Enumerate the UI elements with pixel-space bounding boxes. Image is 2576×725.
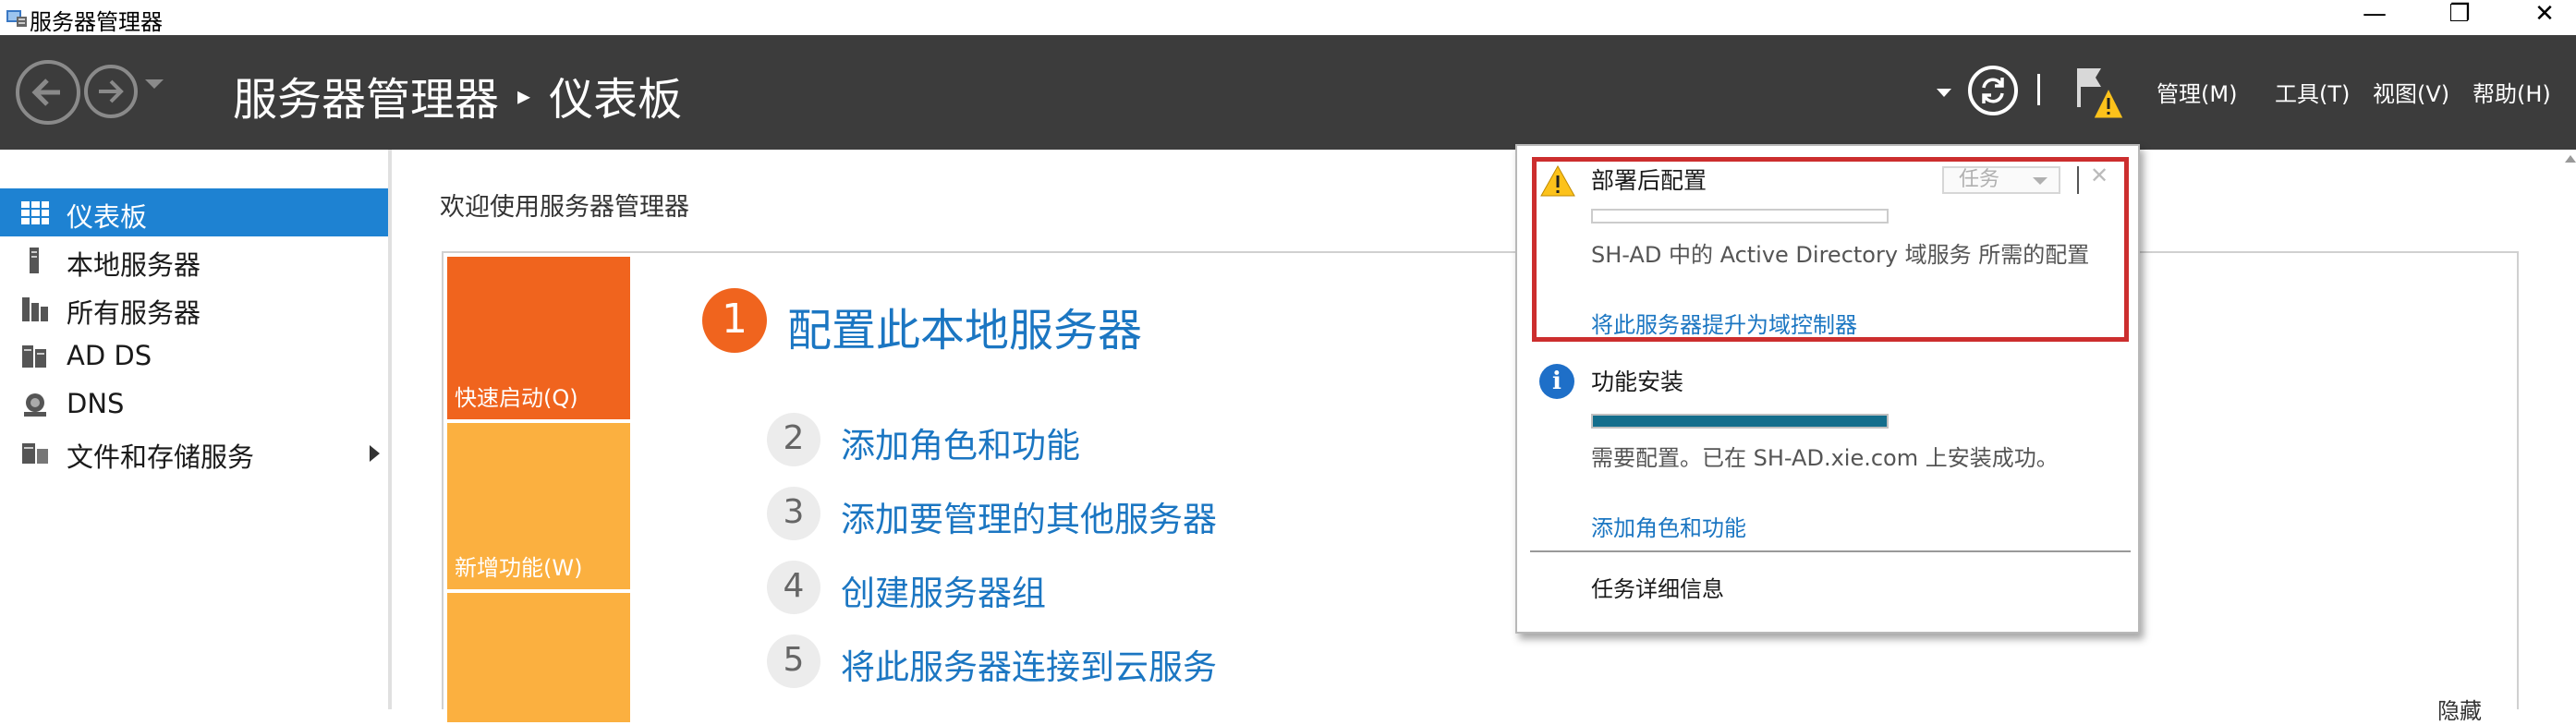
- breadcrumb: 服务器管理器 ▸ 仪表板: [233, 63, 682, 127]
- restore-button[interactable]: ❐: [2432, 0, 2487, 31]
- post-deployment-progress-bar: [1591, 209, 1889, 224]
- dns-icon: [24, 393, 46, 417]
- configure-local-server-link[interactable]: 配置此本地服务器: [787, 294, 1142, 358]
- step-number-circle: 3: [767, 487, 820, 540]
- sidebar-item-all-servers[interactable]: 所有服务器: [0, 284, 388, 332]
- breadcrumb-separator-icon: ▸: [517, 79, 531, 111]
- step-number-circle: 1: [702, 288, 767, 353]
- popup-divider: [1530, 550, 2131, 552]
- info-icon: i: [1539, 364, 1574, 399]
- forward-arrow-icon: [99, 79, 124, 103]
- sidebar-item-label: 本地服务器: [67, 249, 201, 281]
- close-button[interactable]: ✕: [2517, 0, 2572, 31]
- quick-start-label: 快速启动(Q): [455, 385, 578, 411]
- task-dropdown-button[interactable]: 任务: [1942, 166, 2060, 194]
- create-server-group-link[interactable]: 创建服务器组: [841, 565, 1046, 615]
- add-roles-features-link[interactable]: 添加角色和功能: [1591, 510, 1746, 542]
- notifications-flag-icon[interactable]: [2075, 65, 2125, 122]
- history-dropdown-icon[interactable]: [145, 79, 164, 89]
- learn-more-tile[interactable]: [447, 593, 630, 722]
- step-number-circle: 2: [767, 413, 820, 466]
- post-deployment-title: 部署后配置: [1591, 167, 1707, 194]
- sidebar-item-ad-ds[interactable]: AD DS: [0, 332, 388, 381]
- header-divider: [2037, 74, 2040, 105]
- add-other-servers-link[interactable]: 添加要管理的其他服务器: [841, 491, 1217, 541]
- sidebar-item-local-server[interactable]: 本地服务器: [0, 236, 388, 284]
- step-number-circle: 5: [767, 634, 820, 688]
- warning-icon: [1540, 164, 1575, 197]
- ad-ds-icon: [22, 345, 46, 368]
- sidebar-item-label: DNS: [67, 388, 125, 419]
- notification-divider: [2077, 166, 2079, 194]
- task-button-label: 任务: [1959, 168, 2000, 191]
- whats-new-label: 新增功能(W): [455, 555, 583, 581]
- progress-fill: [1593, 416, 1887, 427]
- forward-button[interactable]: [84, 65, 138, 118]
- title-bar: 服务器管理器 — ❐ ✕: [0, 0, 2576, 35]
- feature-install-message: 需要配置。已在 SH-AD.xie.com 上安装成功。: [1591, 445, 2059, 471]
- sidebar-item-label: 所有服务器: [67, 297, 201, 329]
- whats-new-tile[interactable]: 新增功能(W): [447, 423, 630, 589]
- servers-icon: [22, 297, 48, 321]
- refresh-button[interactable]: [1968, 66, 2018, 115]
- menu-view[interactable]: 视图(V): [2373, 76, 2449, 108]
- refresh-icon: [1982, 78, 2004, 103]
- step-number-circle: 4: [767, 561, 820, 614]
- sidebar-item-label: 文件和存储服务: [67, 441, 255, 473]
- back-button[interactable]: [16, 60, 80, 125]
- quick-start-tile[interactable]: 快速启动(Q): [447, 257, 630, 419]
- breadcrumb-current: 仪表板: [549, 74, 683, 126]
- sidebar-item-dns[interactable]: DNS: [0, 381, 388, 429]
- post-deployment-message: SH-AD 中的 Active Directory 域服务 所需的配置: [1591, 242, 2090, 268]
- header-bar: 服务器管理器 ▸ 仪表板 管理(M) 工具(T) 视图(V) 帮助(H): [0, 35, 2576, 150]
- window-title: 服务器管理器: [30, 9, 163, 35]
- sidebar: 仪表板 本地服务器 所有服务器 AD DS DNS 文件和存储服务: [0, 150, 392, 709]
- scroll-up-arrow-icon[interactable]: [2565, 155, 2576, 163]
- server-manager-app-icon: [6, 10, 27, 27]
- dashboard-icon: [21, 201, 49, 224]
- breadcrumb-root[interactable]: 服务器管理器: [233, 74, 499, 126]
- promote-to-domain-controller-link[interactable]: 将此服务器提升为域控制器: [1591, 307, 1857, 339]
- feature-install-progress-bar: [1591, 414, 1889, 429]
- feature-install-title: 功能安装: [1591, 369, 1684, 395]
- expand-arrow-icon[interactable]: [370, 445, 380, 462]
- task-details-link[interactable]: 任务详细信息: [1591, 571, 1724, 603]
- sidebar-item-file-storage[interactable]: 文件和存储服务: [0, 429, 388, 477]
- close-notification-icon[interactable]: ✕: [2090, 163, 2108, 188]
- chevron-down-icon: [2033, 177, 2047, 185]
- sidebar-item-dashboard[interactable]: 仪表板: [0, 188, 388, 236]
- storage-icon: [22, 443, 48, 464]
- add-roles-features-link[interactable]: 添加角色和功能: [841, 417, 1080, 467]
- server-icon: [30, 248, 39, 273]
- menu-manage[interactable]: 管理(M): [2157, 76, 2237, 108]
- notifications-popup: 部署后配置 任务 ✕ SH-AD 中的 Active Directory 域服务…: [1515, 144, 2140, 634]
- menu-tools[interactable]: 工具(T): [2275, 76, 2350, 108]
- sidebar-item-label: AD DS: [67, 340, 152, 371]
- connect-cloud-services-link[interactable]: 将此服务器连接到云服务: [841, 639, 1217, 689]
- back-arrow-icon: [31, 79, 60, 106]
- menu-help[interactable]: 帮助(H): [2473, 76, 2551, 108]
- header-dropdown-icon[interactable]: [1937, 89, 1951, 97]
- sidebar-item-label: 仪表板: [67, 201, 148, 233]
- welcome-title: 欢迎使用服务器管理器: [440, 193, 689, 222]
- minimize-button[interactable]: —: [2347, 0, 2402, 31]
